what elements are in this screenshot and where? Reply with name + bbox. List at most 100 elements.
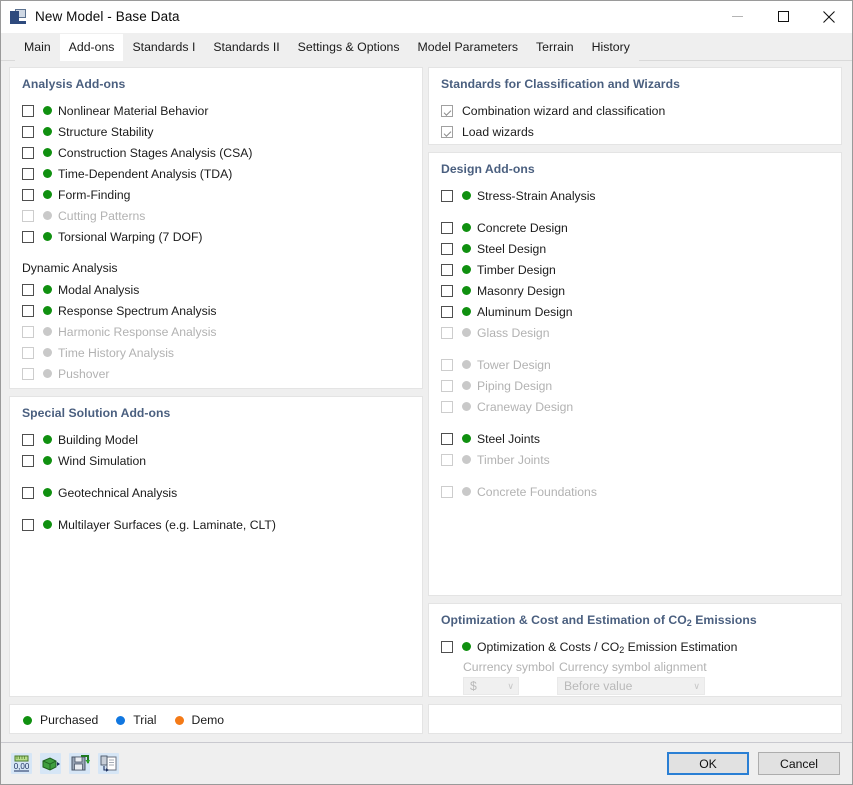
checkbox-timber-design[interactable] xyxy=(441,263,453,276)
checkbox-row-wind-simulation[interactable]: Wind Simulation xyxy=(22,450,410,471)
checkbox-load-wizards[interactable] xyxy=(441,125,453,138)
checkbox-row-structure-stability[interactable]: Structure Stability xyxy=(22,121,410,142)
close-button[interactable] xyxy=(806,1,852,32)
legend-item-demo: Demo xyxy=(174,713,225,727)
legend-label-demo: Demo xyxy=(191,713,225,727)
select-currency-symbol[interactable]: $ ∨ xyxy=(463,677,519,696)
checkbox-form-finding[interactable] xyxy=(22,188,34,201)
checkbox-stress-strain-analysis[interactable] xyxy=(441,189,453,202)
checkbox-row-time-dependent-analysis[interactable]: Time-Dependent Analysis (TDA) xyxy=(22,163,410,184)
ok-button[interactable]: OK xyxy=(667,752,749,775)
label-aluminum-design: Aluminum Design xyxy=(477,304,573,319)
tab-standards-i[interactable]: Standards I xyxy=(123,34,205,61)
checkbox-row-geotechnical-analysis[interactable]: Geotechnical Analysis xyxy=(22,482,410,503)
label-concrete-foundations: Concrete Foundations xyxy=(477,484,597,499)
checkbox-combination-wizard[interactable] xyxy=(441,104,453,117)
label-piping-design: Piping Design xyxy=(477,378,553,393)
tab-main[interactable]: Main xyxy=(15,34,60,61)
status-dot-purchased xyxy=(462,191,471,200)
checkbox-nonlinear-material-behavior[interactable] xyxy=(22,104,34,117)
maximize-button[interactable] xyxy=(760,1,806,32)
checkbox-construction-stages-analysis[interactable] xyxy=(22,146,34,159)
checkbox-row-multilayer-surfaces[interactable]: Multilayer Surfaces (e.g. Laminate, CLT) xyxy=(22,514,410,535)
panel-special-solution-add-ons: Special Solution Add-ons Building Model … xyxy=(9,396,423,697)
checkbox-building-model[interactable] xyxy=(22,433,34,446)
label-time-history-analysis: Time History Analysis xyxy=(58,345,175,360)
label-optimization-before: Optimization & Costs / CO xyxy=(477,639,620,654)
label-modal-analysis: Modal Analysis xyxy=(58,282,140,297)
tab-standards-ii[interactable]: Standards II xyxy=(204,34,289,61)
number-format-icon[interactable]: 0,00 xyxy=(11,753,32,774)
window-title: New Model - Base Data xyxy=(35,9,180,24)
checkbox-row-form-finding[interactable]: Form-Finding xyxy=(22,184,410,205)
checkbox-row-modal-analysis[interactable]: Modal Analysis xyxy=(22,279,410,300)
checkbox-aluminum-design[interactable] xyxy=(441,305,453,318)
panel-title-design: Design Add-ons xyxy=(441,162,535,176)
checkbox-row-building-model[interactable]: Building Model xyxy=(22,429,410,450)
checkbox-multilayer-surfaces[interactable] xyxy=(22,518,34,531)
checkbox-row-glass-design: Glass Design xyxy=(441,322,829,343)
tab-add-ons[interactable]: Add-ons xyxy=(59,34,124,61)
panel-title-optimization-before: Optimization & Cost and Estimation of CO xyxy=(441,613,687,628)
units-export-icon[interactable] xyxy=(40,753,61,774)
select-currency-alignment[interactable]: Before value ∨ xyxy=(557,677,705,696)
tab-history[interactable]: History xyxy=(582,34,639,61)
tab-model-parameters[interactable]: Model Parameters xyxy=(408,34,527,61)
currency-labels: Currency symbol Currency symbol alignmen… xyxy=(463,660,829,674)
label-glass-design: Glass Design xyxy=(477,325,550,340)
checkbox-row-nonlinear-material-behavior[interactable]: Nonlinear Material Behavior xyxy=(22,100,410,121)
status-dot-disabled xyxy=(43,369,52,378)
checkbox-row-timber-design[interactable]: Timber Design xyxy=(441,259,829,280)
minimize-icon xyxy=(731,16,743,17)
close-icon xyxy=(823,10,835,23)
checkbox-glass-design xyxy=(441,326,453,339)
checkbox-response-spectrum-analysis[interactable] xyxy=(22,304,34,317)
legend-item-purchased: Purchased xyxy=(23,713,98,727)
checkbox-row-combination-wizard[interactable]: Combination wizard and classification xyxy=(441,100,829,121)
checkbox-row-steel-joints[interactable]: Steel Joints xyxy=(441,428,829,449)
label-timber-design: Timber Design xyxy=(477,262,556,277)
save-defaults-icon[interactable] xyxy=(69,753,90,774)
label-wind-simulation: Wind Simulation xyxy=(58,453,147,468)
checkbox-structure-stability[interactable] xyxy=(22,125,34,138)
label-steel-design: Steel Design xyxy=(477,241,547,256)
cancel-button[interactable]: Cancel xyxy=(758,752,840,775)
checkbox-row-optimization-costs-co2[interactable]: Optimization & Costs / CO2 Emission Esti… xyxy=(441,636,829,657)
checkbox-torsional-warping[interactable] xyxy=(22,230,34,243)
subgroup-title-dynamic-analysis: Dynamic Analysis xyxy=(22,261,118,275)
checkbox-concrete-design[interactable] xyxy=(441,221,453,234)
minimize-button[interactable] xyxy=(714,1,760,32)
tab-terrain[interactable]: Terrain xyxy=(527,34,583,61)
label-load-wizards: Load wizards xyxy=(462,124,534,139)
checkbox-row-stress-strain-analysis[interactable]: Stress-Strain Analysis xyxy=(441,185,829,206)
copy-from-icon[interactable] xyxy=(98,753,119,774)
checkbox-masonry-design[interactable] xyxy=(441,284,453,297)
checkbox-optimization-costs-co2[interactable] xyxy=(441,640,453,653)
checkbox-steel-design[interactable] xyxy=(441,242,453,255)
panel-title-standards: Standards for Classification and Wizards xyxy=(441,77,680,91)
checkbox-wind-simulation[interactable] xyxy=(22,454,34,467)
checkbox-row-load-wizards[interactable]: Load wizards xyxy=(441,121,829,142)
status-dot-disabled xyxy=(462,328,471,337)
checkbox-row-torsional-warping[interactable]: Torsional Warping (7 DOF) xyxy=(22,226,410,247)
label-building-model: Building Model xyxy=(58,432,138,447)
label-geotechnical-analysis: Geotechnical Analysis xyxy=(58,485,178,500)
checkbox-row-construction-stages-analysis[interactable]: Construction Stages Analysis (CSA) xyxy=(22,142,410,163)
checkbox-row-steel-design[interactable]: Steel Design xyxy=(441,238,829,259)
checkbox-row-aluminum-design[interactable]: Aluminum Design xyxy=(441,301,829,322)
checkbox-time-dependent-analysis[interactable] xyxy=(22,167,34,180)
checkbox-row-response-spectrum-analysis[interactable]: Response Spectrum Analysis xyxy=(22,300,410,321)
status-dot-disabled xyxy=(462,487,471,496)
checkbox-row-concrete-design[interactable]: Concrete Design xyxy=(441,217,829,238)
label-stress-strain-analysis: Stress-Strain Analysis xyxy=(477,188,596,203)
checkbox-modal-analysis[interactable] xyxy=(22,283,34,296)
checkbox-geotechnical-analysis[interactable] xyxy=(22,486,34,499)
tab-settings-options[interactable]: Settings & Options xyxy=(288,34,409,61)
panel-title-special-solution: Special Solution Add-ons xyxy=(22,406,171,420)
status-dot-demo xyxy=(174,715,184,725)
checkbox-steel-joints[interactable] xyxy=(441,432,453,445)
dialog-window: New Model - Base Data Main Add-ons Stand… xyxy=(0,0,853,785)
checkbox-row-masonry-design[interactable]: Masonry Design xyxy=(441,280,829,301)
checkbox-timber-joints xyxy=(441,453,453,466)
status-dot-disabled xyxy=(462,455,471,464)
